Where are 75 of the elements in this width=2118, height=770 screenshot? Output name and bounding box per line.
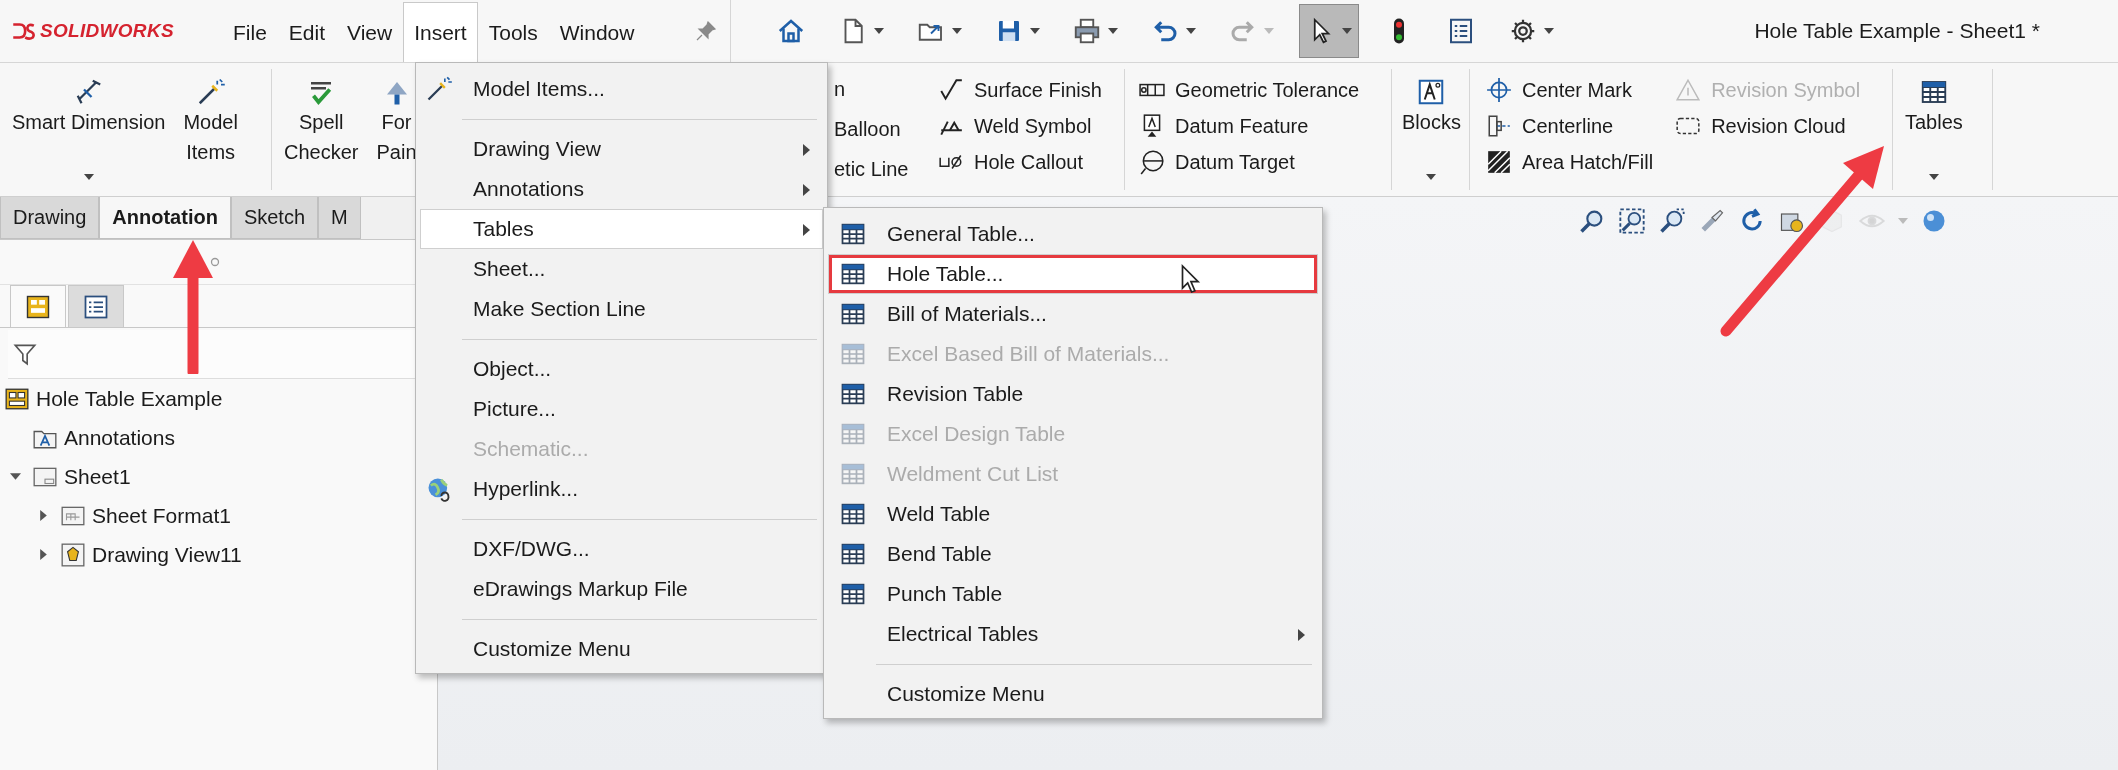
ribbon-button[interactable]: Datum Feature <box>1139 111 1360 141</box>
caret-icon <box>1030 28 1040 34</box>
caret-icon <box>1342 28 1352 34</box>
ribbon-button-label[interactable]: Balloon <box>834 118 909 141</box>
panel-tab[interactable] <box>10 285 66 327</box>
ribbon-button[interactable]: Hole Callout <box>938 147 1102 177</box>
menu-item[interactable]: Electrical Tables <box>828 614 1318 654</box>
grip-icon <box>210 257 220 267</box>
ribbon-button-label[interactable]: n <box>834 77 909 101</box>
logo[interactable]: SOLIDWORKS <box>0 0 222 62</box>
menu-item[interactable]: Make Section Line <box>420 289 823 329</box>
menu-item[interactable]: Punch Table <box>828 574 1318 614</box>
menu-item[interactable]: Weld Table <box>828 494 1318 534</box>
drawing-view-icon <box>60 541 86 568</box>
tab[interactable]: Drawing <box>0 197 100 239</box>
menu-title[interactable]: File <box>222 2 278 62</box>
printer-icon <box>1072 16 1102 46</box>
caret-icon <box>1544 28 1554 34</box>
caret-icon <box>1928 174 1939 180</box>
ribbon-button[interactable]: Spell Checker <box>280 69 363 190</box>
menu-title[interactable]: Edit <box>277 2 337 62</box>
pin-icon <box>694 19 718 43</box>
menu-item[interactable]: Customize Menu <box>420 629 823 669</box>
caret-icon <box>1264 28 1274 34</box>
menu-title[interactable]: View <box>336 2 404 62</box>
menu-item[interactable]: Bend Table <box>828 534 1318 574</box>
ribbon-button[interactable]: For Pain <box>372 69 421 190</box>
tab[interactable]: M <box>318 197 361 239</box>
ribbon-button[interactable]: Datum Target <box>1139 147 1360 177</box>
caret-icon <box>1108 28 1118 34</box>
menu-title[interactable]: Window <box>548 2 646 62</box>
menu-item[interactable]: Tables <box>420 209 823 249</box>
center-mark-icon <box>1486 77 1512 103</box>
centerline-icon <box>1486 113 1512 139</box>
caret-icon <box>874 28 884 34</box>
menu-title[interactable]: Insert <box>403 2 478 62</box>
ribbon-button[interactable]: Center Mark <box>1486 75 1654 105</box>
panel-tab[interactable] <box>68 285 124 327</box>
caret-icon <box>1426 174 1437 180</box>
menu-item[interactable]: Model Items... <box>420 69 823 109</box>
ribbon-button[interactable]: Weld Symbol <box>938 111 1102 141</box>
ribbon-button[interactable]: Surface Finish <box>938 75 1102 105</box>
zoom-area-icon <box>1618 207 1646 235</box>
menu-item[interactable]: Annotations <box>420 169 823 209</box>
datum-target-icon <box>1139 149 1165 175</box>
caret-icon <box>1898 218 1908 224</box>
ribbon-button[interactable]: Revision Cloud <box>1675 111 1861 141</box>
ribbon-button[interactable]: Smart Dimension <box>8 69 170 190</box>
warning-triangle-icon <box>1675 77 1702 103</box>
menu-item[interactable]: Sheet... <box>420 249 823 289</box>
menu-item[interactable]: Revision Table <box>828 374 1318 414</box>
menu-title[interactable]: Tools <box>477 2 549 62</box>
tab[interactable]: Annotation <box>99 197 231 239</box>
ribbon-button-label[interactable]: etic Line <box>834 158 909 182</box>
caret-icon <box>83 174 94 180</box>
menu-item[interactable]: Hole Table... <box>828 254 1318 294</box>
zoom-previous-icon <box>1658 207 1686 235</box>
window-title: Hole Table Example - Sheet1 * <box>1754 18 2041 44</box>
caret-icon <box>1186 28 1196 34</box>
surface-finish-icon <box>938 77 964 103</box>
menu-item[interactable]: Drawing View <box>420 129 823 169</box>
caret-icon <box>952 28 962 34</box>
ribbon-button[interactable]: Centerline <box>1486 111 1654 141</box>
ribbon-button[interactable]: Area Hatch/Fill <box>1486 147 1654 177</box>
wand-icon <box>425 75 453 103</box>
ribbon-button[interactable]: Blocks <box>1398 69 1465 190</box>
menu-item[interactable]: Bill of Materials... <box>828 294 1318 334</box>
tab[interactable]: Sketch <box>230 197 319 239</box>
hatch-icon <box>1486 149 1512 175</box>
menu-item[interactable]: Customize Menu <box>828 674 1318 714</box>
menu-item[interactable]: General Table... <box>828 214 1318 254</box>
ribbon-button[interactable]: Model Items <box>179 69 242 190</box>
ribbon-button[interactable]: Geometric Tolerance <box>1139 75 1360 105</box>
ribbon-button[interactable]: Tables <box>1901 69 1967 190</box>
toolbar-button[interactable] <box>1299 4 1359 58</box>
